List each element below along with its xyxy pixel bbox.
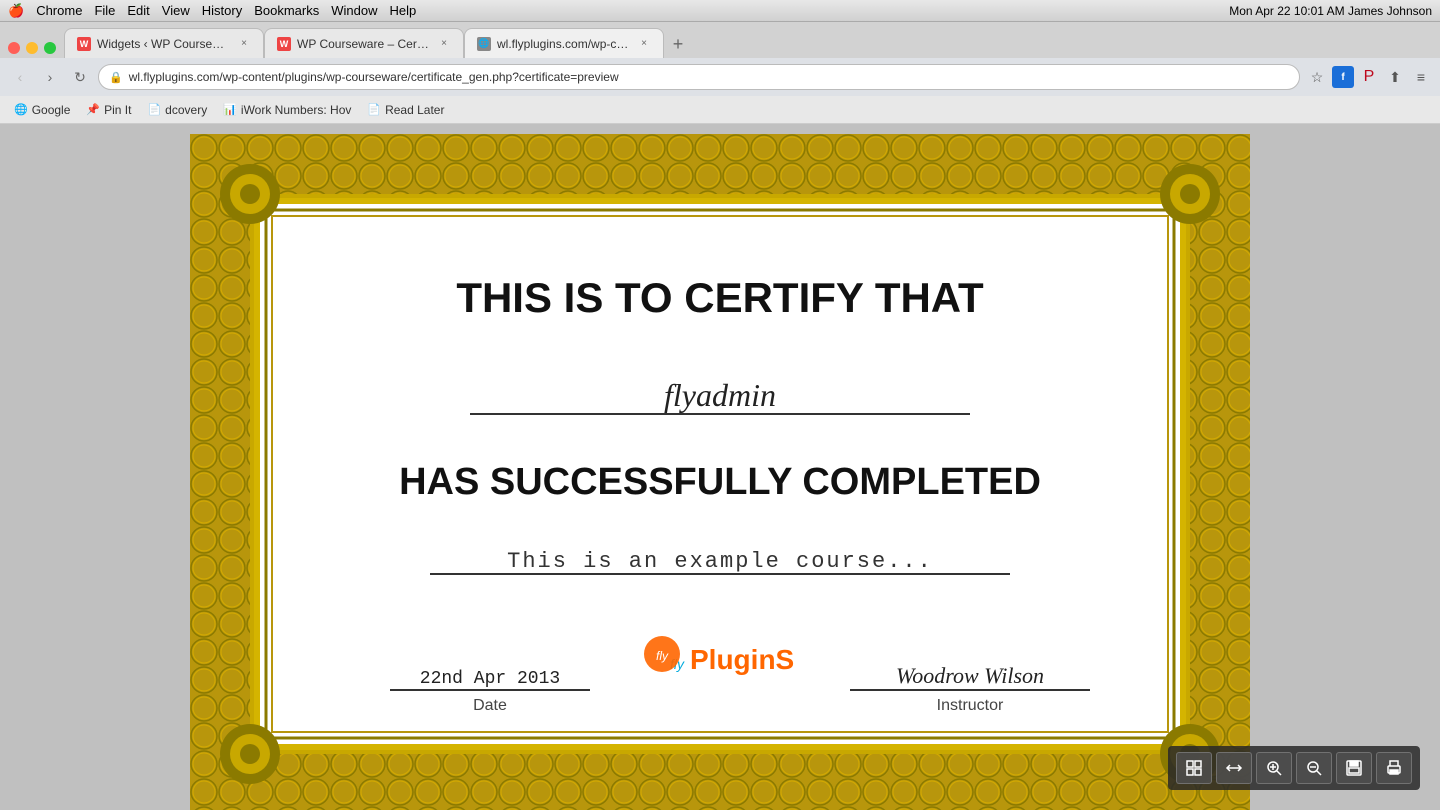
new-tab-button[interactable]: + <box>664 30 692 58</box>
chrome-window: W Widgets ‹ WP Courseware ... × W WP Cou… <box>0 22 1440 124</box>
svg-text:HAS SUCCESSFULLY COMPLETED: HAS SUCCESSFULLY COMPLETED <box>399 461 1041 503</box>
mac-menubar: 🍎 Chrome File Edit View History Bookmark… <box>0 0 1440 22</box>
window-min-btn[interactable] <box>26 42 38 54</box>
svg-text:Instructor: Instructor <box>937 697 1004 714</box>
menu-history[interactable]: History <box>202 3 242 18</box>
certificate-wrapper: THIS IS TO CERTIFY THAT flyadmin HAS SUC… <box>190 134 1250 810</box>
reload-button[interactable]: ↻ <box>68 65 92 89</box>
pdf-fit-width-button[interactable] <box>1216 752 1252 784</box>
pdf-zoom-out-button[interactable] <box>1296 752 1332 784</box>
tab-1[interactable]: W Widgets ‹ WP Courseware ... × <box>64 28 264 58</box>
pdf-zoom-in-button[interactable] <box>1256 752 1292 784</box>
window-max-btn[interactable] <box>44 42 56 54</box>
menu-help[interactable]: Help <box>389 3 416 18</box>
url-input[interactable]: 🔒 wl.flyplugins.com/wp-content/plugins/w… <box>98 64 1300 90</box>
svg-text:Woodrow Wilson: Woodrow Wilson <box>896 663 1044 688</box>
dcovery-icon: 📄 <box>147 103 161 116</box>
menu-edit[interactable]: Edit <box>127 3 149 18</box>
pdf-fit-page-button[interactable] <box>1176 752 1212 784</box>
bookmark-dcovery-label: dcovery <box>165 103 207 117</box>
page-content: THIS IS TO CERTIFY THAT flyadmin HAS SUC… <box>0 124 1440 810</box>
pinit-icon: 📌 <box>86 103 100 116</box>
url-lock-icon: 🔒 <box>109 71 123 84</box>
bookmark-pinit-label: Pin It <box>104 103 131 117</box>
readlater-icon: 📄 <box>367 103 381 116</box>
bookmarks-bar: 🌐 Google 📌 Pin It 📄 dcovery 📊 iWork Numb… <box>0 96 1440 124</box>
tab-2[interactable]: W WP Courseware – Certifica... × <box>264 28 464 58</box>
menu-view[interactable]: View <box>162 3 190 18</box>
menu-file[interactable]: File <box>94 3 115 18</box>
svg-text:Date: Date <box>473 697 507 714</box>
tab2-favicon: W <box>277 37 291 51</box>
tab1-close[interactable]: × <box>237 37 251 51</box>
tab2-close[interactable]: × <box>437 37 451 51</box>
bookmark-star-icon[interactable]: ☆ <box>1306 66 1328 88</box>
google-icon: 🌐 <box>14 103 28 116</box>
svg-text:PluginS: PluginS <box>690 644 794 675</box>
svg-text:22nd Apr 2013: 22nd Apr 2013 <box>420 669 560 689</box>
tab1-label: Widgets ‹ WP Courseware ... <box>97 37 231 51</box>
tab-3[interactable]: 🌐 wl.flyplugins.com/wp-con... × <box>464 28 664 58</box>
back-button[interactable]: ‹ <box>8 65 32 89</box>
address-right-icons: ☆ f P ⬆ ≡ <box>1306 66 1432 88</box>
pdf-print-button[interactable] <box>1376 752 1412 784</box>
bookmark-google-label: Google <box>32 103 71 117</box>
pdf-toolbar <box>1168 746 1420 790</box>
tab2-label: WP Courseware – Certifica... <box>297 37 431 51</box>
certificate-border-svg: THIS IS TO CERTIFY THAT flyadmin HAS SUC… <box>190 134 1250 810</box>
tab1-favicon: W <box>77 37 91 51</box>
iwork-icon: 📊 <box>223 103 237 116</box>
bookmark-iwork[interactable]: 📊 iWork Numbers: Hov <box>217 101 357 119</box>
menu-bookmarks[interactable]: Bookmarks <box>254 3 319 18</box>
tab-bar: W Widgets ‹ WP Courseware ... × W WP Cou… <box>0 22 1440 58</box>
extension1-icon[interactable]: f <box>1332 66 1354 88</box>
svg-text:fly: fly <box>656 649 669 663</box>
url-text: wl.flyplugins.com/wp-content/plugins/wp-… <box>129 70 619 84</box>
bookmark-readlater-label: Read Later <box>385 103 444 117</box>
bookmark-pinit[interactable]: 📌 Pin It <box>80 101 137 119</box>
bookmark-dcovery[interactable]: 📄 dcovery <box>141 101 213 119</box>
tab3-label: wl.flyplugins.com/wp-con... <box>497 37 631 51</box>
menu-icon[interactable]: ≡ <box>1410 66 1432 88</box>
svg-text:flyadmin: flyadmin <box>664 377 776 413</box>
bookmark-iwork-label: iWork Numbers: Hov <box>241 103 351 117</box>
forward-button[interactable]: › <box>38 65 62 89</box>
share-icon[interactable]: ⬆ <box>1384 66 1406 88</box>
menubar-right-info: Mon Apr 22 10:01 AM James Johnson <box>1229 4 1432 18</box>
window-close-btn[interactable] <box>8 42 20 54</box>
tab3-close[interactable]: × <box>637 37 651 51</box>
menu-window[interactable]: Window <box>331 3 377 18</box>
apple-menu[interactable]: 🍎 <box>8 3 24 19</box>
bookmark-google[interactable]: 🌐 Google <box>8 101 76 119</box>
bookmark-readlater[interactable]: 📄 Read Later <box>361 101 450 119</box>
menu-chrome[interactable]: Chrome <box>36 3 82 18</box>
pinterest-icon[interactable]: P <box>1358 66 1380 88</box>
svg-text:This is an example course...: This is an example course... <box>507 549 933 574</box>
svg-text:THIS IS TO CERTIFY THAT: THIS IS TO CERTIFY THAT <box>456 274 984 321</box>
address-bar: ‹ › ↻ 🔒 wl.flyplugins.com/wp-content/plu… <box>0 58 1440 96</box>
pdf-save-button[interactable] <box>1336 752 1372 784</box>
tab3-favicon: 🌐 <box>477 37 491 51</box>
